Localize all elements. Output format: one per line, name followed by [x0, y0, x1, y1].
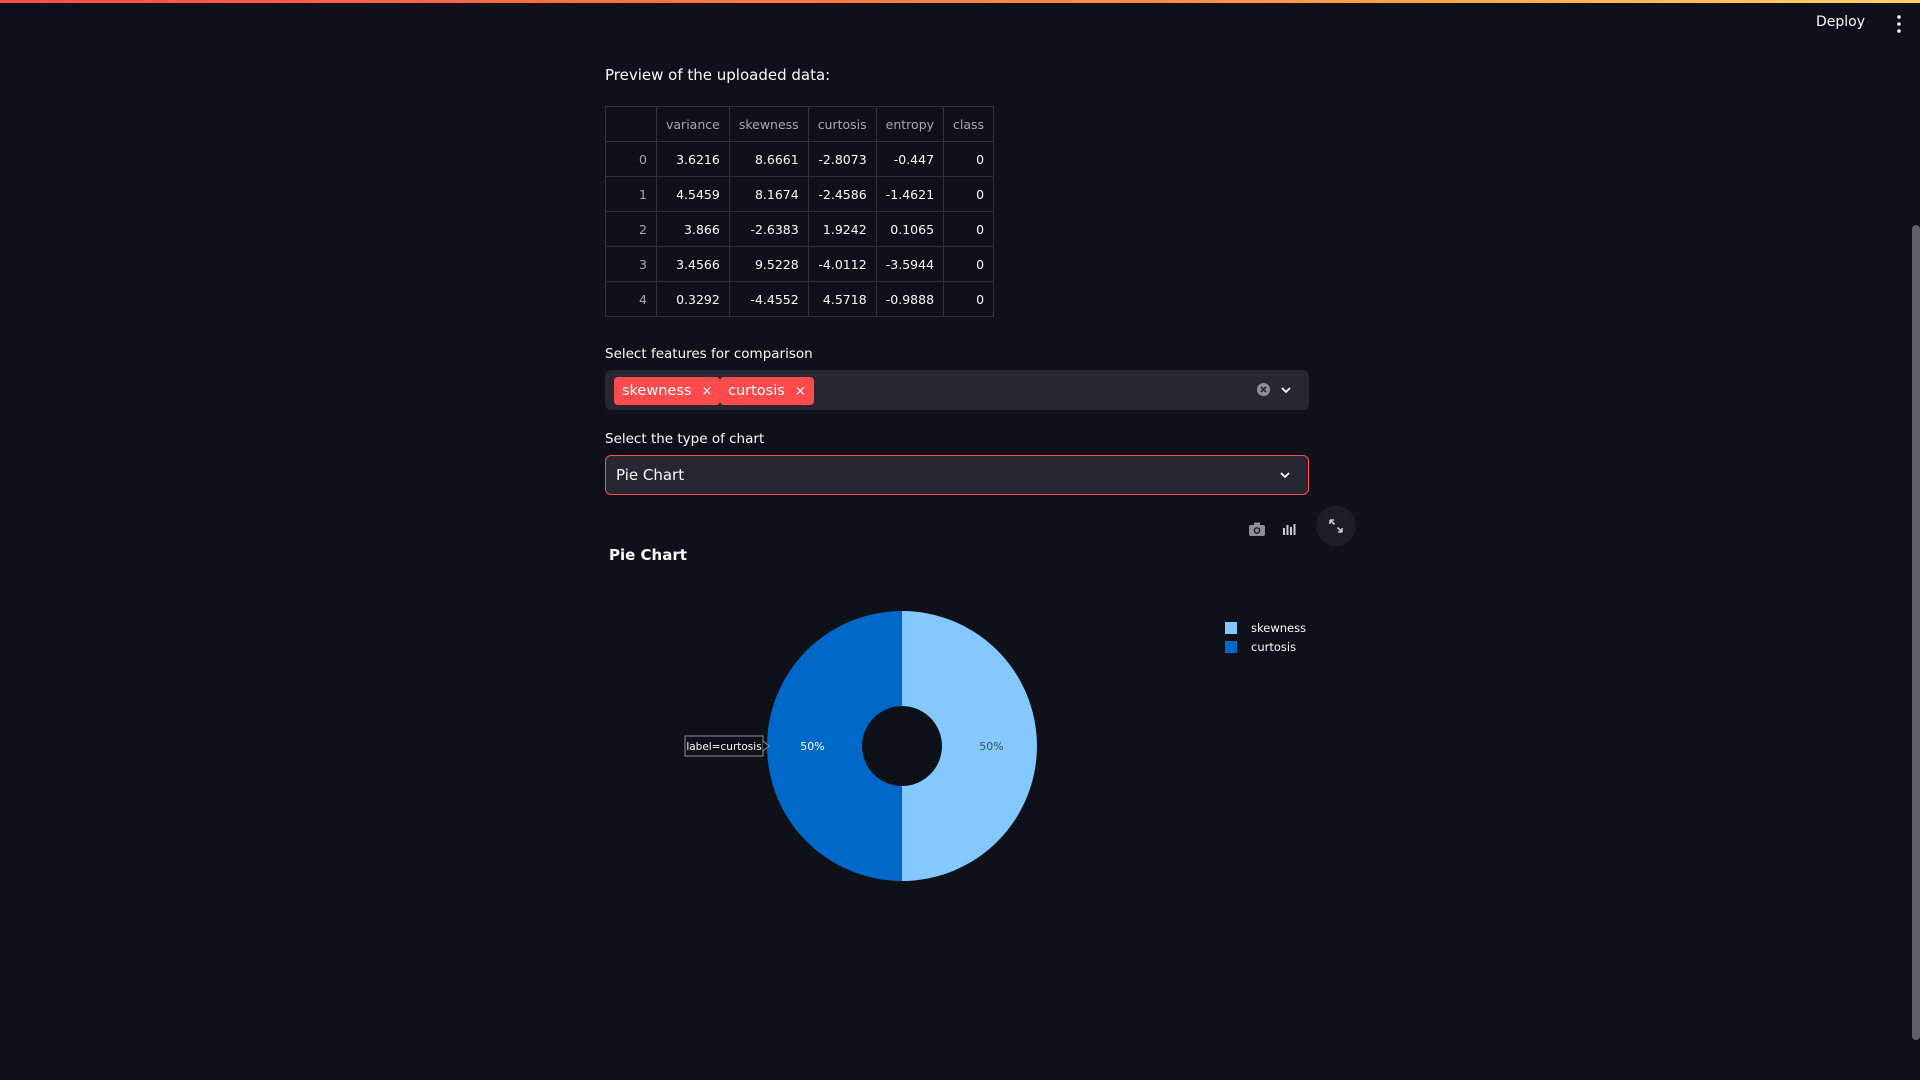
legend-swatch — [1225, 621, 1237, 634]
table-cell[interactable]: 0 — [943, 176, 995, 212]
table-cell[interactable]: -2.6383 — [728, 211, 809, 247]
plotly-logo-icon[interactable] — [1282, 522, 1296, 536]
table-cell[interactable]: -0.9888 — [875, 281, 945, 317]
column-header[interactable]: curtosis — [807, 106, 877, 142]
clear-all-icon[interactable] — [1256, 382, 1271, 397]
deploy-button[interactable]: Deploy — [1816, 14, 1865, 30]
legend-item-skewness[interactable]: skewness — [1225, 618, 1306, 637]
table-cell[interactable]: -4.4552 — [728, 281, 809, 317]
row-index: 2 — [605, 211, 657, 247]
column-header[interactable]: class — [943, 106, 995, 142]
table-row: 2 3.866 -2.6383 1.9242 0.1065 0 — [605, 211, 995, 247]
table-cell[interactable]: -2.8073 — [807, 141, 877, 177]
table-row: 4 0.3292 -4.4552 4.5718 -0.9888 0 — [605, 281, 995, 317]
chevron-down-icon[interactable] — [1278, 468, 1292, 482]
table-cell[interactable]: 4.5459 — [656, 176, 730, 212]
table-cell[interactable]: -4.0112 — [807, 246, 877, 282]
chip-skewness[interactable]: skewness × — [614, 377, 721, 405]
chart-legend: skewness curtosis — [1225, 618, 1306, 656]
fullscreen-button[interactable] — [1316, 506, 1356, 546]
table-cell[interactable]: -3.5944 — [875, 246, 945, 282]
table-row: 0 3.6216 8.6661 -2.8073 -0.447 0 — [605, 141, 995, 177]
camera-icon[interactable] — [1248, 521, 1266, 537]
row-index: 3 — [605, 246, 657, 282]
hover-tooltip-text: label=curtosis — [686, 741, 761, 753]
legend-item-curtosis[interactable]: curtosis — [1225, 637, 1306, 656]
table-row: 1 4.5459 8.1674 -2.4586 -1.4621 0 — [605, 176, 995, 212]
table-cell[interactable]: 0 — [943, 281, 995, 317]
chart-type-selected-value: Pie Chart — [616, 466, 685, 484]
chip-remove-icon[interactable]: × — [795, 384, 806, 399]
pie-slice-curtosis[interactable] — [767, 611, 902, 881]
table-cell[interactable]: 0 — [943, 246, 995, 282]
table-cell[interactable]: 4.5718 — [807, 281, 877, 317]
table-cell[interactable]: -0.447 — [875, 141, 945, 177]
expand-icon — [1329, 519, 1343, 533]
table-cell[interactable]: 8.6661 — [728, 141, 809, 177]
table-cell[interactable]: 9.5228 — [728, 246, 809, 282]
column-header[interactable]: entropy — [875, 106, 945, 142]
table-cell[interactable]: -2.4586 — [807, 176, 877, 212]
chart-title: Pie Chart — [609, 546, 687, 564]
features-multiselect[interactable]: skewness × curtosis × — [605, 370, 1309, 410]
chip-curtosis[interactable]: curtosis × — [720, 377, 814, 405]
table-cell[interactable]: 1.9242 — [807, 211, 877, 247]
pie-chart[interactable]: 50% 50% label=curtosis — [605, 580, 1325, 900]
chart-type-select[interactable]: Pie Chart — [605, 455, 1309, 495]
column-header[interactable]: skewness — [728, 106, 809, 142]
row-index: 1 — [605, 176, 657, 212]
chart-type-label: Select the type of chart — [605, 431, 765, 447]
table-cell[interactable]: 3.6216 — [656, 141, 730, 177]
page-scrollbar[interactable] — [1912, 225, 1920, 1040]
table-cell[interactable]: 0.1065 — [875, 211, 945, 247]
main-menu-icon[interactable] — [1894, 14, 1904, 34]
row-index: 0 — [605, 141, 657, 177]
table-row: 3 3.4566 9.5228 -4.0112 -3.5944 0 — [605, 246, 995, 282]
slice-percent-label: 50% — [979, 740, 1003, 753]
table-cell[interactable]: 0 — [943, 141, 995, 177]
table-cell[interactable]: 0.3292 — [656, 281, 730, 317]
chip-label: skewness — [622, 383, 692, 399]
row-index: 4 — [605, 281, 657, 317]
slice-percent-label: 50% — [800, 740, 824, 753]
top-decoration-bar — [0, 0, 1920, 3]
data-preview-table[interactable]: variance skewness curtosis entropy class… — [605, 106, 995, 317]
features-label: Select features for comparison — [605, 346, 813, 362]
table-cell[interactable]: 3.866 — [656, 211, 730, 247]
chip-label: curtosis — [728, 383, 785, 399]
chevron-down-icon[interactable] — [1279, 383, 1293, 397]
preview-caption: Preview of the uploaded data: — [605, 66, 831, 84]
legend-label: skewness — [1251, 620, 1307, 635]
table-cell[interactable]: 8.1674 — [728, 176, 809, 212]
table-cell[interactable]: 3.4566 — [656, 246, 730, 282]
table-header-row: variance skewness curtosis entropy class — [605, 106, 995, 142]
legend-swatch — [1225, 640, 1237, 653]
legend-label: curtosis — [1251, 639, 1297, 654]
column-header-index — [605, 106, 657, 142]
pie-slice-skewness[interactable] — [902, 611, 1037, 881]
table-cell[interactable]: -1.4621 — [875, 176, 945, 212]
chip-remove-icon[interactable]: × — [701, 384, 712, 399]
table-cell[interactable]: 0 — [943, 211, 995, 247]
column-header[interactable]: variance — [656, 106, 730, 142]
